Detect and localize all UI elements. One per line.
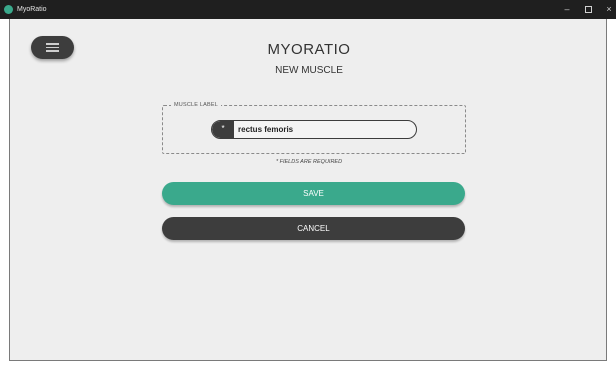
required-fields-note: * FIELDS ARE REQUIRED [275, 159, 343, 165]
app-heading: MYORATIO [267, 41, 351, 58]
maximize-button[interactable] [577, 0, 599, 19]
app-logo-icon [4, 5, 13, 14]
app-window: MYORATIO NEW MUSCLE MUSCLE LABEL * * FIE… [9, 19, 607, 361]
required-star-icon: * [221, 124, 225, 133]
close-button[interactable]: × [598, 0, 616, 19]
save-button[interactable]: SAVE [162, 182, 465, 205]
minimize-button[interactable]: – [556, 0, 578, 19]
muscle-label-legend: MUSCLE LABEL [171, 101, 221, 110]
muscle-label-field[interactable]: * [211, 120, 417, 139]
cancel-button[interactable]: CANCEL [162, 217, 465, 240]
maximize-icon [584, 6, 592, 14]
muscle-label-input[interactable] [238, 121, 408, 138]
title-bar: MyoRatio – × [0, 0, 616, 19]
page-subtitle: NEW MUSCLE [275, 65, 343, 76]
muscle-label-fieldset: MUSCLE LABEL * [162, 101, 466, 154]
window-title: MyoRatio [17, 6, 47, 13]
